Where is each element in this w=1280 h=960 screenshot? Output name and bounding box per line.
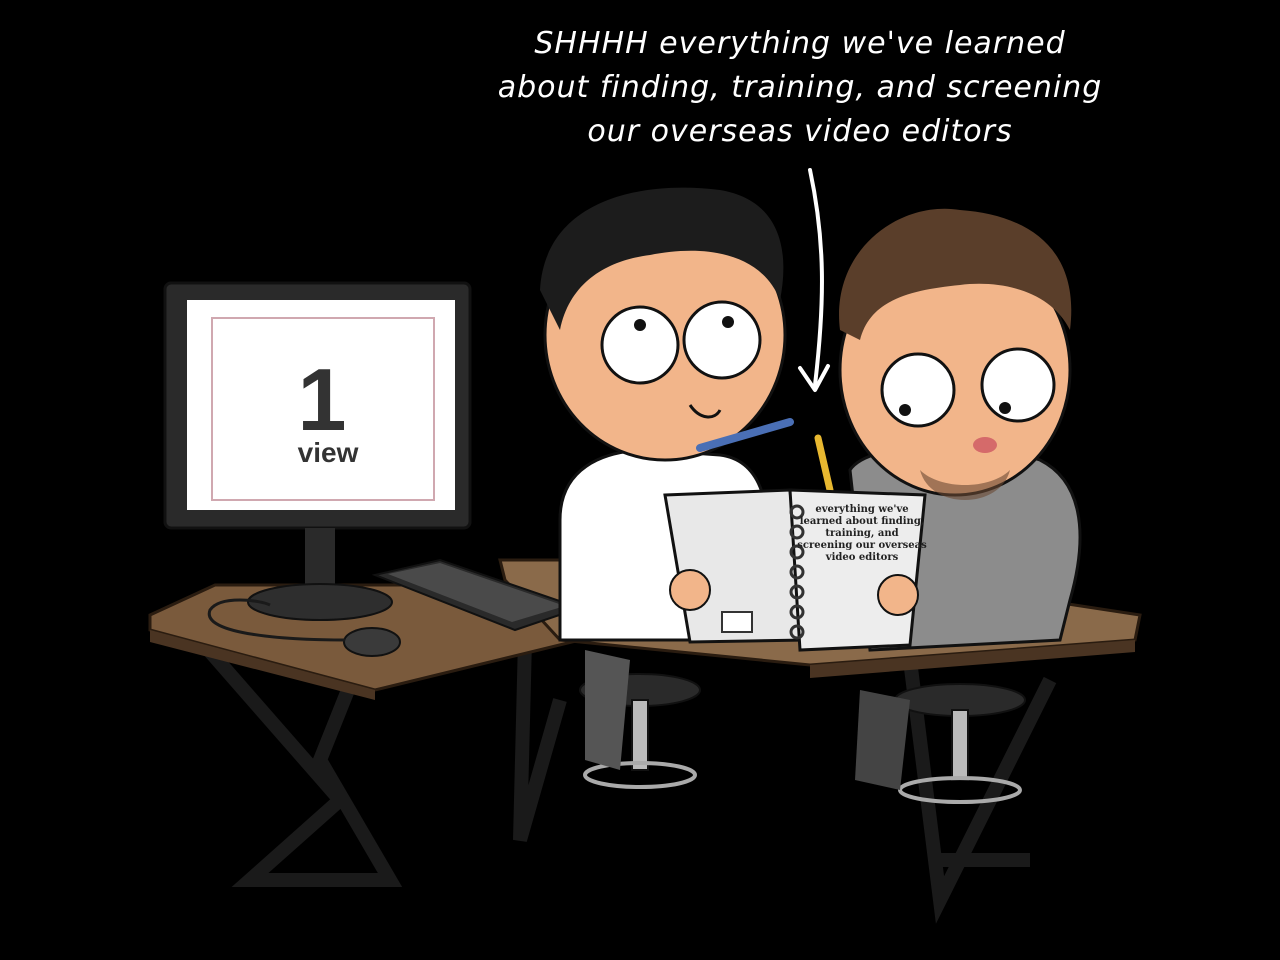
notebook-line-4: screening our overseas bbox=[797, 540, 927, 551]
notebook-line-3: training, and bbox=[825, 528, 898, 539]
stools bbox=[579, 673, 1026, 804]
illustration-scene: SHHHH everything we've learned about fin… bbox=[0, 0, 1280, 960]
pencil-icon bbox=[814, 434, 834, 494]
arrow-icon bbox=[798, 168, 830, 392]
notebook-line-5: video editors bbox=[825, 552, 899, 563]
mouse-icon bbox=[343, 627, 401, 657]
notebook: everything we've learned about finding, … bbox=[663, 488, 927, 652]
cartoon-art: 1 view everything we've learned about fi… bbox=[148, 168, 1142, 924]
notebook-line-2: learned about finding, bbox=[800, 516, 925, 527]
notebook-line-1: everything we've bbox=[815, 504, 908, 515]
view-label: view bbox=[298, 437, 359, 468]
view-count: 1 bbox=[298, 350, 347, 449]
barcode-icon bbox=[721, 611, 753, 633]
